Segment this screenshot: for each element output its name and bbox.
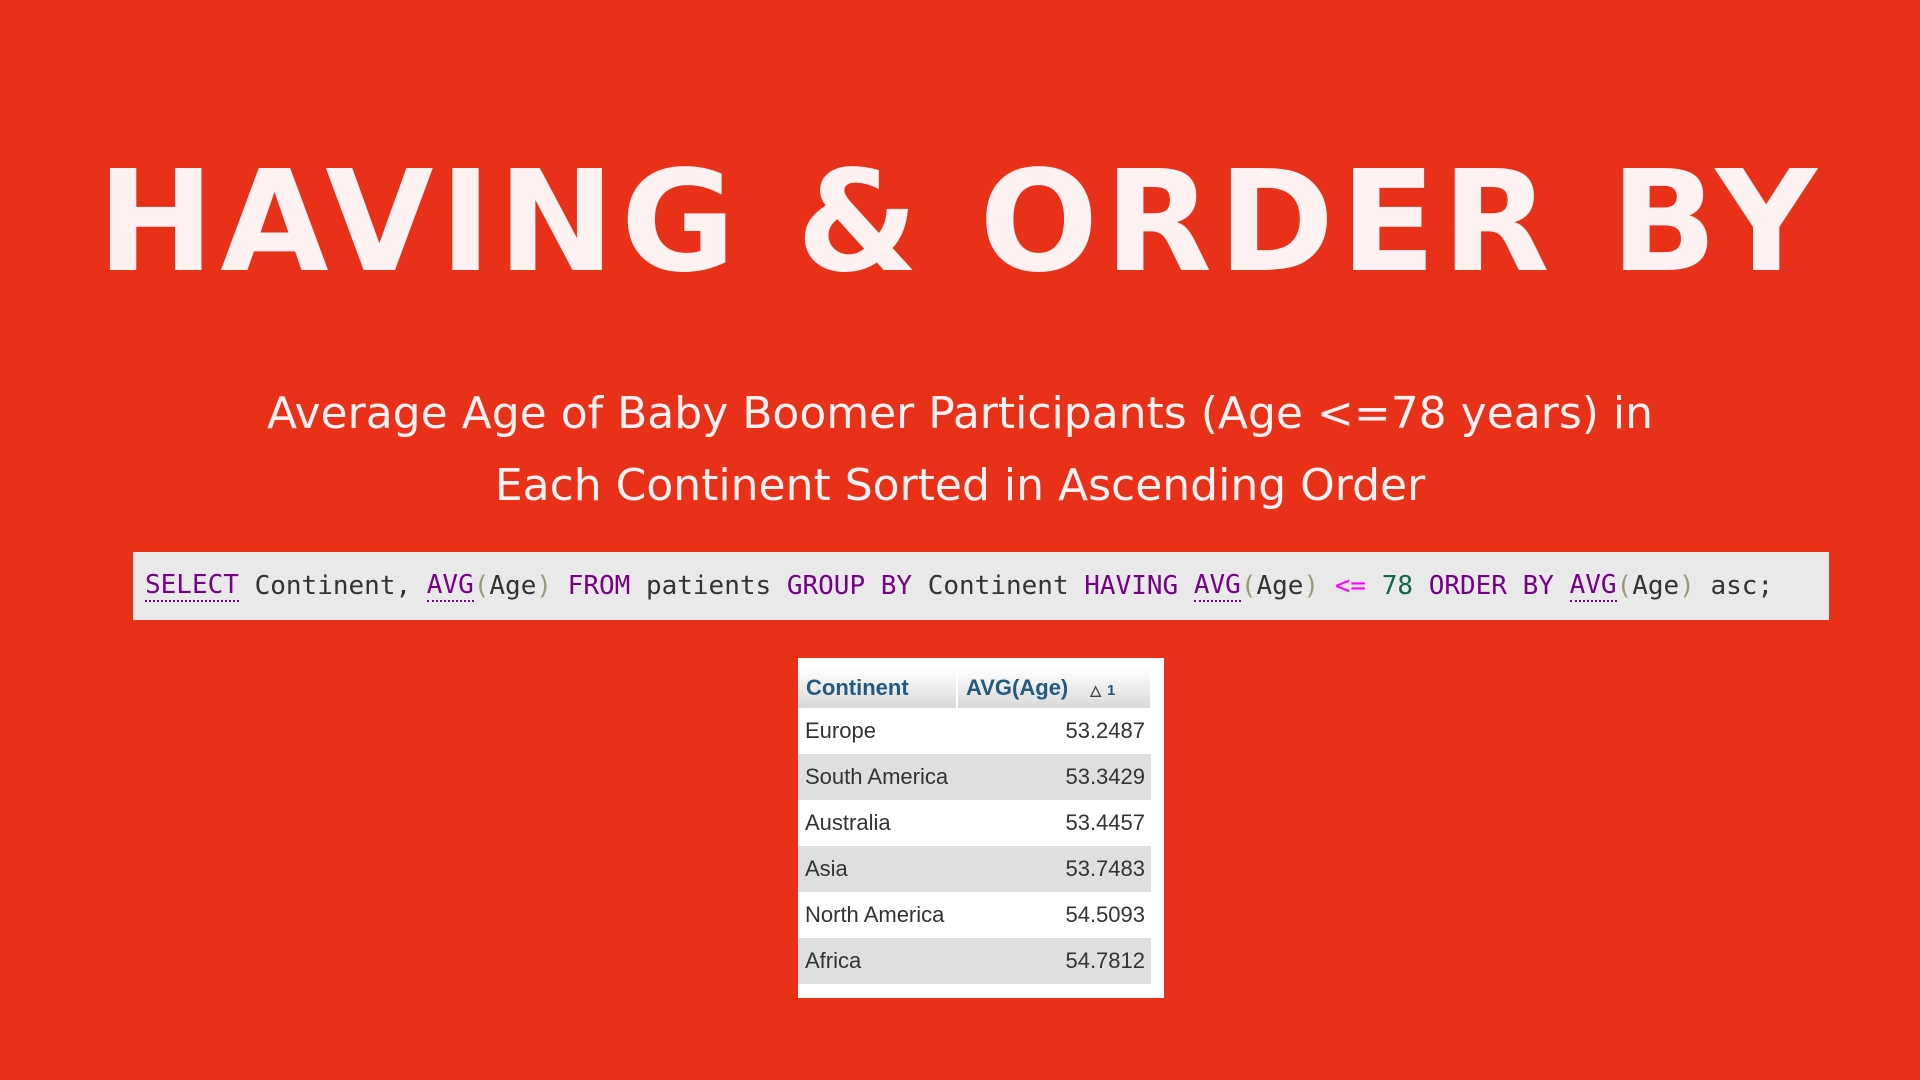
column-header-continent-label[interactable]: Continent <box>806 675 909 700</box>
column-header-avg-age-label[interactable]: AVG(Age) <box>966 675 1068 700</box>
sql-token: SELECT <box>145 570 239 602</box>
sql-token: asc; <box>1694 571 1774 601</box>
sql-token: ORDER BY <box>1428 571 1570 601</box>
table-row[interactable]: North America 54.5093 <box>798 892 1151 938</box>
subtitle-line-1: Average Age of Baby Boomer Participants … <box>266 388 1654 439</box>
sql-token: GROUP BY <box>786 571 928 601</box>
sql-token: AVG <box>1193 570 1241 602</box>
cell-continent: South America <box>798 754 957 800</box>
sql-token: ( <box>473 571 490 601</box>
table-row[interactable]: Asia 53.7483 <box>798 846 1151 892</box>
cell-continent: North America <box>798 892 957 938</box>
sql-token: <= <box>1319 571 1382 601</box>
cell-avg-age: 53.7483 <box>957 846 1151 892</box>
sql-token: Continent, <box>238 571 427 601</box>
column-header-avg-age[interactable]: AVG(Age) △ 1 <box>957 668 1152 708</box>
sql-token: Age <box>489 571 537 601</box>
sql-query-bar: SELECT Continent, AVG(Age) FROM patients… <box>133 552 1829 620</box>
cell-avg-age: 53.3429 <box>957 754 1151 800</box>
table-header-row: Continent AVG(Age) △ 1 <box>798 668 1152 708</box>
sql-token: ) <box>1303 571 1320 601</box>
table-row[interactable]: Europe 53.2487 <box>798 708 1151 754</box>
sql-token: 78 <box>1381 571 1429 601</box>
sql-token: ) <box>536 571 553 601</box>
sql-token: patients <box>645 571 787 601</box>
sql-token: AVG <box>1569 570 1617 602</box>
table-row[interactable]: Africa 54.7812 <box>798 938 1151 984</box>
slide: HAVING & ORDER BY Average Age of Baby Bo… <box>0 0 1920 1080</box>
sql-token: Age <box>1632 571 1680 601</box>
cell-avg-age: 53.4457 <box>957 800 1151 846</box>
cell-continent: Europe <box>798 708 957 754</box>
subtitle-line-2: Each Continent Sorted in Ascending Order <box>494 460 1426 511</box>
sort-order-number: 1 <box>1107 682 1116 699</box>
sql-token: ) <box>1679 571 1695 601</box>
sort-ascending-icon[interactable]: △ <box>1090 682 1101 698</box>
result-table: Continent AVG(Age) △ 1 Europe 53.2487 South … <box>798 668 1152 984</box>
cell-avg-age: 54.7812 <box>957 938 1151 984</box>
sql-token: FROM <box>552 571 646 601</box>
cell-continent: Australia <box>798 800 957 846</box>
sql-token: ( <box>1240 571 1257 601</box>
slide-subtitle: Average Age of Baby Boomer Participants … <box>160 378 1760 522</box>
table-row[interactable]: South America 53.3429 <box>798 754 1151 800</box>
sql-token: Age <box>1256 571 1304 601</box>
cell-avg-age: 53.2487 <box>957 708 1151 754</box>
cell-continent: Africa <box>798 938 957 984</box>
sql-token: AVG <box>426 570 474 602</box>
cell-avg-age: 54.5093 <box>957 892 1151 938</box>
column-header-continent[interactable]: Continent <box>798 668 958 708</box>
sql-token: HAVING <box>1084 571 1194 601</box>
sql-token: ( <box>1616 571 1633 601</box>
slide-title: HAVING & ORDER BY <box>97 141 1823 304</box>
result-table-body: Europe 53.2487 South America 53.3429 Austral… <box>798 708 1151 984</box>
query-result-panel: Continent AVG(Age) △ 1 Europe 53.2487 South … <box>798 658 1164 998</box>
table-row[interactable]: Australia 53.4457 <box>798 800 1151 846</box>
cell-continent: Asia <box>798 846 957 892</box>
sql-token: Continent <box>927 571 1085 601</box>
